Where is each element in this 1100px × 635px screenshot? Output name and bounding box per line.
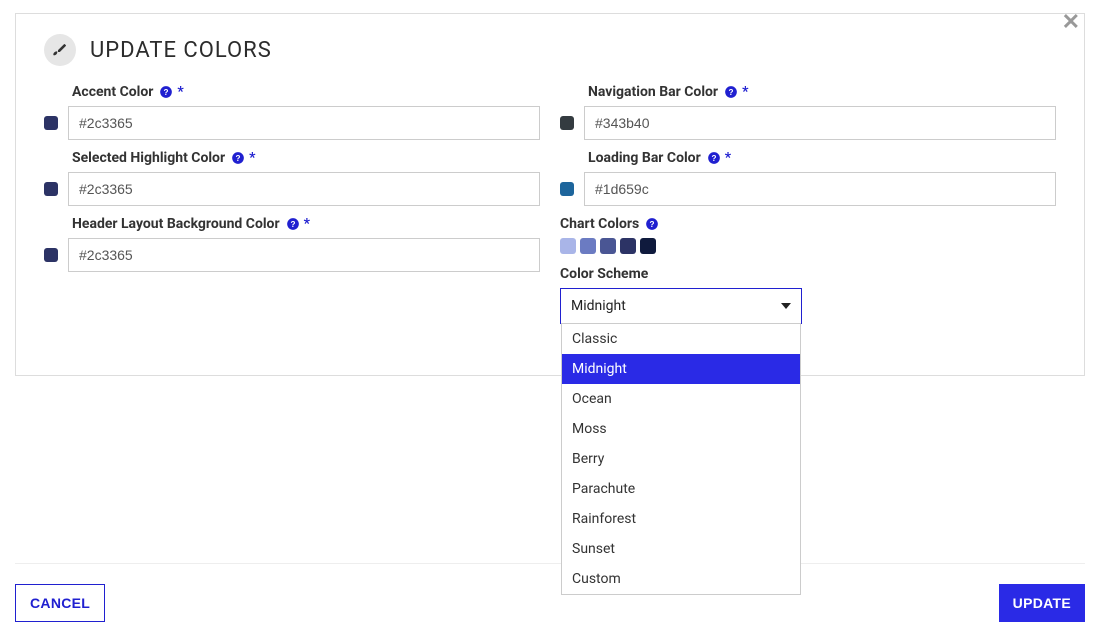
color-scheme-select[interactable]: Midnight ClassicMidnightOceanMossBerryPa… — [560, 288, 802, 324]
update-button[interactable]: UPDATE — [999, 584, 1085, 622]
color-scheme-label: Color Scheme — [560, 266, 1056, 282]
required-marker: * — [742, 84, 748, 100]
navbar-color-input[interactable] — [584, 106, 1056, 140]
header-layout-bg-input[interactable] — [68, 238, 540, 272]
help-icon[interactable]: ? — [724, 85, 738, 99]
svg-text:?: ? — [711, 154, 716, 163]
field-selected-highlight: Selected Highlight Color ? * — [44, 150, 540, 206]
svg-text:?: ? — [650, 220, 655, 229]
form-grid: Accent Color ? * Selected Highlight Colo… — [16, 76, 1084, 344]
label-text: Navigation Bar Color — [588, 84, 718, 100]
color-scheme-option[interactable]: Parachute — [562, 474, 800, 504]
navbar-color-label: Navigation Bar Color ? * — [560, 84, 1056, 100]
label-text: Loading Bar Color — [588, 150, 701, 166]
modal-header: UPDATE COLORS — [16, 14, 1084, 76]
help-icon[interactable]: ? — [286, 217, 300, 231]
chart-color-swatch — [620, 238, 636, 254]
accent-color-label: Accent Color ? * — [44, 84, 540, 100]
field-accent-color: Accent Color ? * — [44, 84, 540, 140]
navbar-color-swatch[interactable] — [560, 116, 574, 130]
loading-bar-color-swatch[interactable] — [560, 182, 574, 196]
color-scheme-option[interactable]: Sunset — [562, 534, 800, 564]
selected-highlight-input[interactable] — [68, 172, 540, 206]
required-marker: * — [725, 150, 731, 166]
accent-color-swatch[interactable] — [44, 116, 58, 130]
color-scheme-option[interactable]: Moss — [562, 414, 800, 444]
svg-text:?: ? — [729, 88, 734, 97]
help-icon[interactable]: ? — [645, 217, 659, 231]
label-text: Header Layout Background Color — [72, 216, 280, 232]
right-column: Navigation Bar Color ? * Loading Bar Col… — [560, 84, 1056, 324]
color-scheme-dropdown: ClassicMidnightOceanMossBerryParachuteRa… — [561, 323, 801, 595]
svg-text:?: ? — [290, 220, 295, 229]
chart-color-swatch — [640, 238, 656, 254]
svg-text:?: ? — [236, 154, 241, 163]
accent-color-input[interactable] — [68, 106, 540, 140]
color-scheme-option[interactable]: Custom — [562, 564, 800, 594]
svg-text:?: ? — [164, 88, 169, 97]
required-marker: * — [304, 216, 310, 232]
chart-color-swatch — [580, 238, 596, 254]
loading-bar-color-label: Loading Bar Color ? * — [560, 150, 1056, 166]
close-icon[interactable]: ✕ — [1062, 10, 1080, 35]
modal-footer: CANCEL UPDATE — [15, 563, 1085, 622]
color-scheme-option[interactable]: Midnight — [562, 354, 800, 384]
required-marker: * — [177, 84, 183, 100]
brush-icon — [44, 34, 76, 66]
color-scheme-option[interactable]: Rainforest — [562, 504, 800, 534]
help-icon[interactable]: ? — [159, 85, 173, 99]
field-header-layout-bg: Header Layout Background Color ? * — [44, 216, 540, 272]
cancel-button[interactable]: CANCEL — [15, 584, 105, 622]
help-icon[interactable]: ? — [231, 151, 245, 165]
chart-color-swatch — [560, 238, 576, 254]
loading-bar-color-input[interactable] — [584, 172, 1056, 206]
help-icon[interactable]: ? — [707, 151, 721, 165]
page-title: UPDATE COLORS — [90, 38, 272, 63]
label-text: Accent Color — [72, 84, 153, 100]
header-layout-bg-swatch[interactable] — [44, 248, 58, 262]
field-color-scheme: Color Scheme Midnight ClassicMidnightOce… — [560, 266, 1056, 324]
selected-highlight-swatch[interactable] — [44, 182, 58, 196]
color-scheme-option[interactable]: Ocean — [562, 384, 800, 414]
field-navbar-color: Navigation Bar Color ? * — [560, 84, 1056, 140]
field-loading-bar-color: Loading Bar Color ? * — [560, 150, 1056, 206]
chart-colors-label: Chart Colors ? — [560, 216, 1056, 232]
color-scheme-option[interactable]: Classic — [562, 324, 800, 354]
field-chart-colors: Chart Colors ? — [560, 216, 1056, 254]
color-scheme-selected-text: Midnight — [571, 298, 781, 314]
color-scheme-option[interactable]: Berry — [562, 444, 800, 474]
chart-color-swatch — [600, 238, 616, 254]
update-colors-panel: ✕ UPDATE COLORS Accent Color ? * — [15, 13, 1085, 376]
label-text: Chart Colors — [560, 216, 639, 232]
label-text: Selected Highlight Color — [72, 150, 225, 166]
chevron-down-icon — [781, 303, 791, 309]
chart-color-swatches — [560, 238, 1056, 254]
required-marker: * — [249, 150, 255, 166]
header-layout-bg-label: Header Layout Background Color ? * — [44, 216, 540, 232]
left-column: Accent Color ? * Selected Highlight Colo… — [44, 84, 540, 324]
selected-highlight-label: Selected Highlight Color ? * — [44, 150, 540, 166]
